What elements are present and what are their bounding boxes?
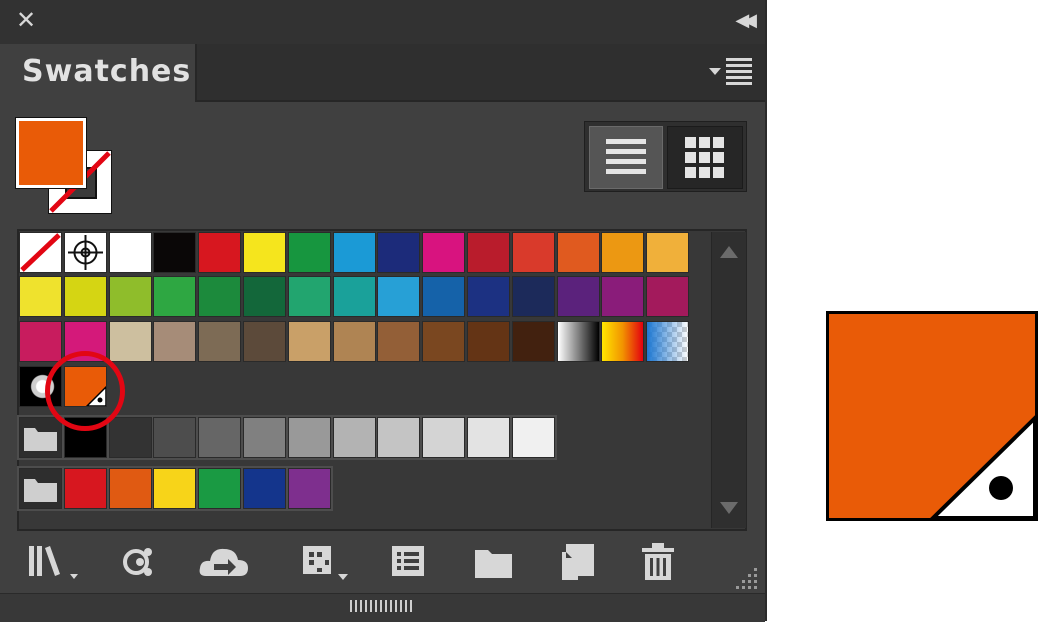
swatch-row3-7[interactable] [287,321,331,362]
panel-bottom-grip[interactable] [0,593,765,622]
swatch-row2-2[interactable] [63,276,107,317]
swatch-row2-8[interactable] [332,276,376,317]
swatch-row1-5[interactable] [198,232,242,273]
scroll-up-icon[interactable] [720,246,738,258]
gray-group-swatch-11[interactable] [511,417,555,458]
swatch-row1-2[interactable] [63,232,107,273]
close-icon[interactable]: ✕ [14,8,38,32]
gray-group-folder-icon[interactable] [19,417,62,458]
swatch-row1-10[interactable] [422,232,466,273]
menu-bars-icon [726,58,752,86]
folder-icon [24,428,57,451]
swatch-row2-7[interactable] [287,276,331,317]
gray-group-swatch-10[interactable] [467,417,510,458]
swatch-row1-15[interactable] [646,232,690,273]
panel-tab-row: Swatches [0,44,765,102]
swatch-row2-9[interactable] [377,276,421,317]
color-group-swatch-4[interactable] [198,468,242,509]
gray-group-swatch-9[interactable] [422,417,466,458]
color-group-swatch-6[interactable] [287,468,331,509]
gray-group-swatch-7[interactable] [332,417,376,458]
gray-group-swatch-5[interactable] [243,417,286,458]
swatch-row1-6[interactable] [243,232,286,273]
swatch-row3-4[interactable] [153,321,197,362]
color-group-swatch-5[interactable] [243,468,286,509]
gray-group-swatch-2[interactable] [108,417,152,458]
panel-titlebar: ✕ ◀◀ [0,0,765,45]
swatch-row1-7[interactable] [287,232,331,273]
swatch-row2-3[interactable] [108,276,152,317]
color-group-swatch-3[interactable] [153,468,197,509]
swatches-panel: ✕ ◀◀ Swatches [0,0,767,622]
swatch-row1-13[interactable] [556,232,600,273]
swatch-row3-14[interactable] [601,321,645,362]
gray-group-swatch-8[interactable] [377,417,421,458]
gray-group-swatch-4[interactable] [198,417,242,458]
new-color-group-icon[interactable] [472,540,516,584]
list-view-icon [606,139,646,174]
scroll-down-icon[interactable] [720,502,738,514]
global-swatch-indicator-icon [930,415,1035,518]
collapse-panel-icon[interactable]: ◀◀ [735,10,757,31]
swatch-row2-13[interactable] [556,276,600,317]
swatch-row1-3[interactable] [108,232,152,273]
gray-group-swatch-6[interactable] [287,417,331,458]
swatch-row1-14[interactable] [601,232,645,273]
swatch-row2-6[interactable] [243,276,286,317]
tab-swatches[interactable]: Swatches [0,44,197,102]
menu-arrow-icon [709,68,721,75]
swatch-row1-1[interactable] [19,232,62,273]
swatch-options-icon[interactable] [300,540,356,584]
swatch-libraries-icon[interactable] [26,540,84,584]
swatch-row2-4[interactable] [153,276,197,317]
grid-view-button[interactable] [667,126,743,189]
swatch-row2-11[interactable] [467,276,510,317]
none-swatch-icon [20,233,61,272]
swatch-row2-5[interactable] [198,276,242,317]
swatch-row2-15[interactable] [646,276,690,317]
color-group-icon[interactable] [388,540,428,584]
swatch-row3-11[interactable] [467,321,510,362]
swatch-row1-9[interactable] [377,232,421,273]
swatch-scrollbar[interactable] [711,232,746,528]
swatch-preview [826,311,1038,521]
swatch-row1-12[interactable] [511,232,555,273]
swatch-row1-8[interactable] [332,232,376,273]
swatch-row3-13[interactable] [556,321,600,362]
color-group-swatch-2[interactable] [108,468,152,509]
color-group-folder-icon[interactable] [19,468,62,509]
list-view-button[interactable] [589,126,663,189]
show-swatch-kinds-icon[interactable] [120,540,160,584]
swatch-row2-14[interactable] [601,276,645,317]
color-group-swatch-1[interactable] [63,468,107,509]
creative-cloud-sync-icon[interactable] [196,540,252,584]
swatch-row3-6[interactable] [243,321,286,362]
grid-view-icon [685,137,724,178]
tab-swatches-label: Swatches [22,54,192,89]
panel-menu-icon[interactable] [709,58,753,86]
swatch-row3-12[interactable] [511,321,555,362]
view-toggle-group [584,121,747,192]
highlight-circle [45,351,125,431]
swatch-row3-3[interactable] [108,321,152,362]
swatch-row3-8[interactable] [332,321,376,362]
swatch-row3-9[interactable] [377,321,421,362]
swatch-row2-1[interactable] [19,276,62,317]
delete-swatch-icon[interactable] [638,540,678,584]
swatch-row3-15[interactable] [646,321,690,362]
gray-group-swatch-3[interactable] [153,417,197,458]
grip-lines [350,600,412,612]
swatch-row2-10[interactable] [422,276,466,317]
fill-color-swatch[interactable] [15,117,87,189]
registration-icon [67,235,103,270]
swatch-row3-5[interactable] [198,321,242,362]
swatch-row1-4[interactable] [153,232,197,273]
folder-icon [24,479,57,502]
swatch-row3-10[interactable] [422,321,466,362]
swatch-row2-12[interactable] [511,276,555,317]
swatch-row3-1[interactable] [19,321,62,362]
new-swatch-icon[interactable] [558,540,598,584]
swatch-row1-11[interactable] [467,232,510,273]
